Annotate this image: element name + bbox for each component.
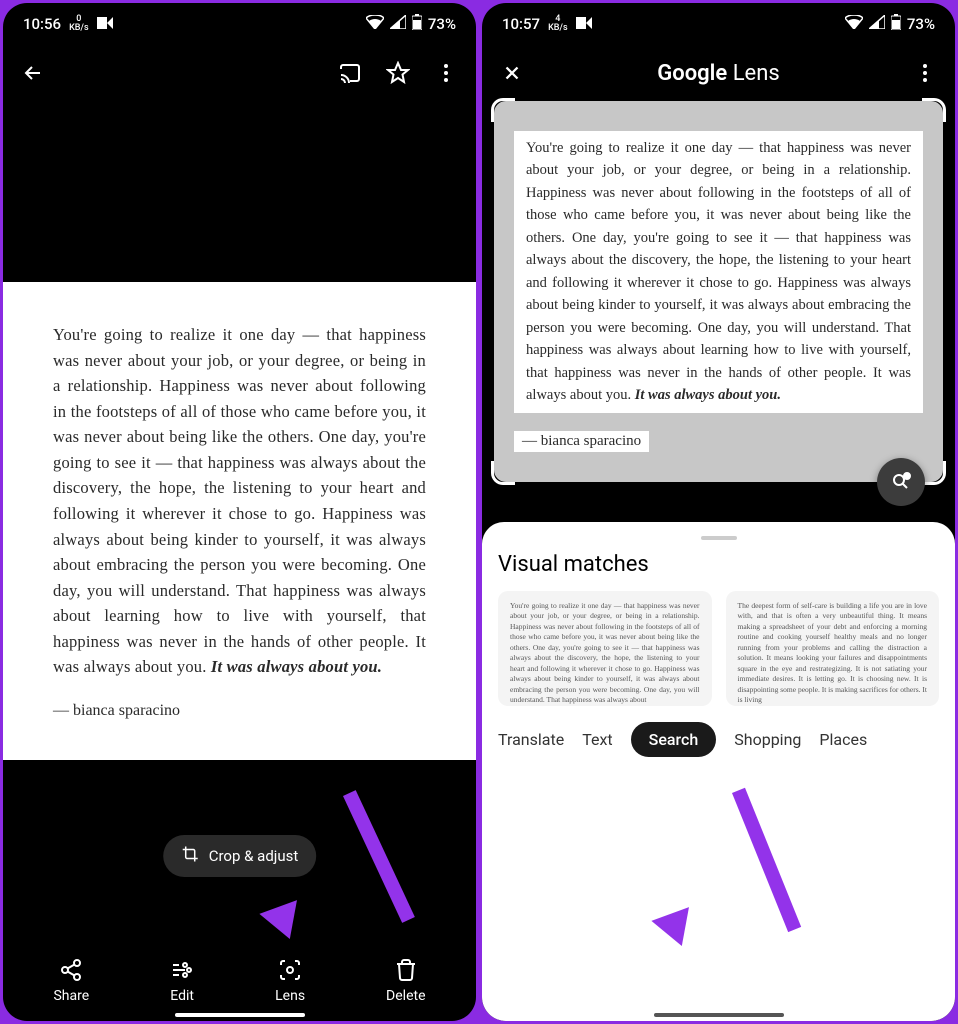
close-icon[interactable] <box>498 59 526 87</box>
bottom-actions: Share Edit Lens Delete <box>3 941 476 1021</box>
lens-search-fab[interactable] <box>877 458 925 506</box>
crop-icon <box>181 845 199 867</box>
more-icon[interactable] <box>911 59 939 87</box>
mode-tabs: Translate Text Search Shopping Places <box>498 706 939 767</box>
battery-percent: 73% <box>428 15 456 33</box>
more-icon[interactable] <box>432 59 460 87</box>
crop-corner-bl[interactable] <box>491 461 515 485</box>
nav-handle[interactable] <box>175 1013 305 1017</box>
share-button[interactable]: Share <box>53 958 89 1004</box>
delete-button[interactable]: Delete <box>386 958 425 1004</box>
crop-label: Crop & adjust <box>209 847 299 865</box>
status-bar: 10:57 4 KB/s 73% <box>482 3 955 45</box>
nav-handle[interactable] <box>654 1013 784 1017</box>
badge-icon <box>576 15 592 33</box>
crop-corner-br[interactable] <box>922 461 946 485</box>
share-icon <box>59 958 83 982</box>
tab-shopping[interactable]: Shopping <box>734 730 801 749</box>
crop-corner-tr[interactable] <box>922 98 946 122</box>
network-speed: 0 KB/s <box>69 15 89 33</box>
status-time: 10:56 <box>23 15 61 33</box>
sheet-handle[interactable] <box>701 536 737 540</box>
photos-viewer-screen: 10:56 0 KB/s 73% <box>3 3 476 1021</box>
tab-translate[interactable]: Translate <box>498 730 564 749</box>
status-bar: 10:56 0 KB/s 73% <box>3 3 476 45</box>
lens-icon <box>278 958 302 982</box>
search-in-image-icon <box>889 470 913 494</box>
photo-app-bar <box>3 45 476 101</box>
match-card-2[interactable]: The deepest form of self-care is buildin… <box>726 591 940 706</box>
lens-app-bar: Google Lens <box>482 45 955 101</box>
photo-content[interactable]: You're going to realize it one day — tha… <box>3 101 476 941</box>
match-card-1[interactable]: You're going to realize it one day — tha… <box>498 591 712 706</box>
lens-title: Google Lens <box>526 61 911 86</box>
crop-corner-tl[interactable] <box>491 98 515 122</box>
sheet-title: Visual matches <box>498 552 939 577</box>
results-sheet[interactable]: Visual matches You're going to realize i… <box>482 522 955 1021</box>
detected-text: You're going to realize it one day — tha… <box>514 131 923 413</box>
battery-percent: 73% <box>907 15 935 33</box>
network-speed: 4 KB/s <box>548 15 568 33</box>
signal-icon <box>390 15 406 33</box>
quote-text: You're going to realize it one day — tha… <box>53 322 426 680</box>
lens-screen: 10:57 4 KB/s 73% Google Lens <box>482 3 955 1021</box>
tab-places[interactable]: Places <box>819 730 867 749</box>
battery-icon <box>891 14 901 34</box>
lens-crop-frame[interactable]: You're going to realize it one day — tha… <box>494 101 943 482</box>
wifi-icon <box>845 15 863 33</box>
lens-viewport: You're going to realize it one day — tha… <box>482 101 955 1021</box>
status-time: 10:57 <box>502 15 540 33</box>
quote-author: — bianca sparacino <box>53 702 426 720</box>
signal-icon <box>869 15 885 33</box>
quote-image: You're going to realize it one day — tha… <box>3 282 476 760</box>
delete-icon <box>394 958 418 982</box>
wifi-icon <box>366 15 384 33</box>
cast-icon[interactable] <box>336 59 364 87</box>
badge-icon <box>97 15 113 33</box>
star-icon[interactable] <box>384 59 412 87</box>
tab-text[interactable]: Text <box>582 730 612 749</box>
detected-author: — bianca sparacino <box>514 431 649 452</box>
visual-matches-row: You're going to realize it one day — tha… <box>498 591 939 706</box>
lens-button[interactable]: Lens <box>275 958 305 1004</box>
edit-icon <box>170 958 194 982</box>
crop-adjust-button[interactable]: Crop & adjust <box>163 835 317 877</box>
edit-button[interactable]: Edit <box>170 958 194 1004</box>
back-icon[interactable] <box>19 59 47 87</box>
tab-search[interactable]: Search <box>631 722 717 757</box>
battery-icon <box>412 14 422 34</box>
